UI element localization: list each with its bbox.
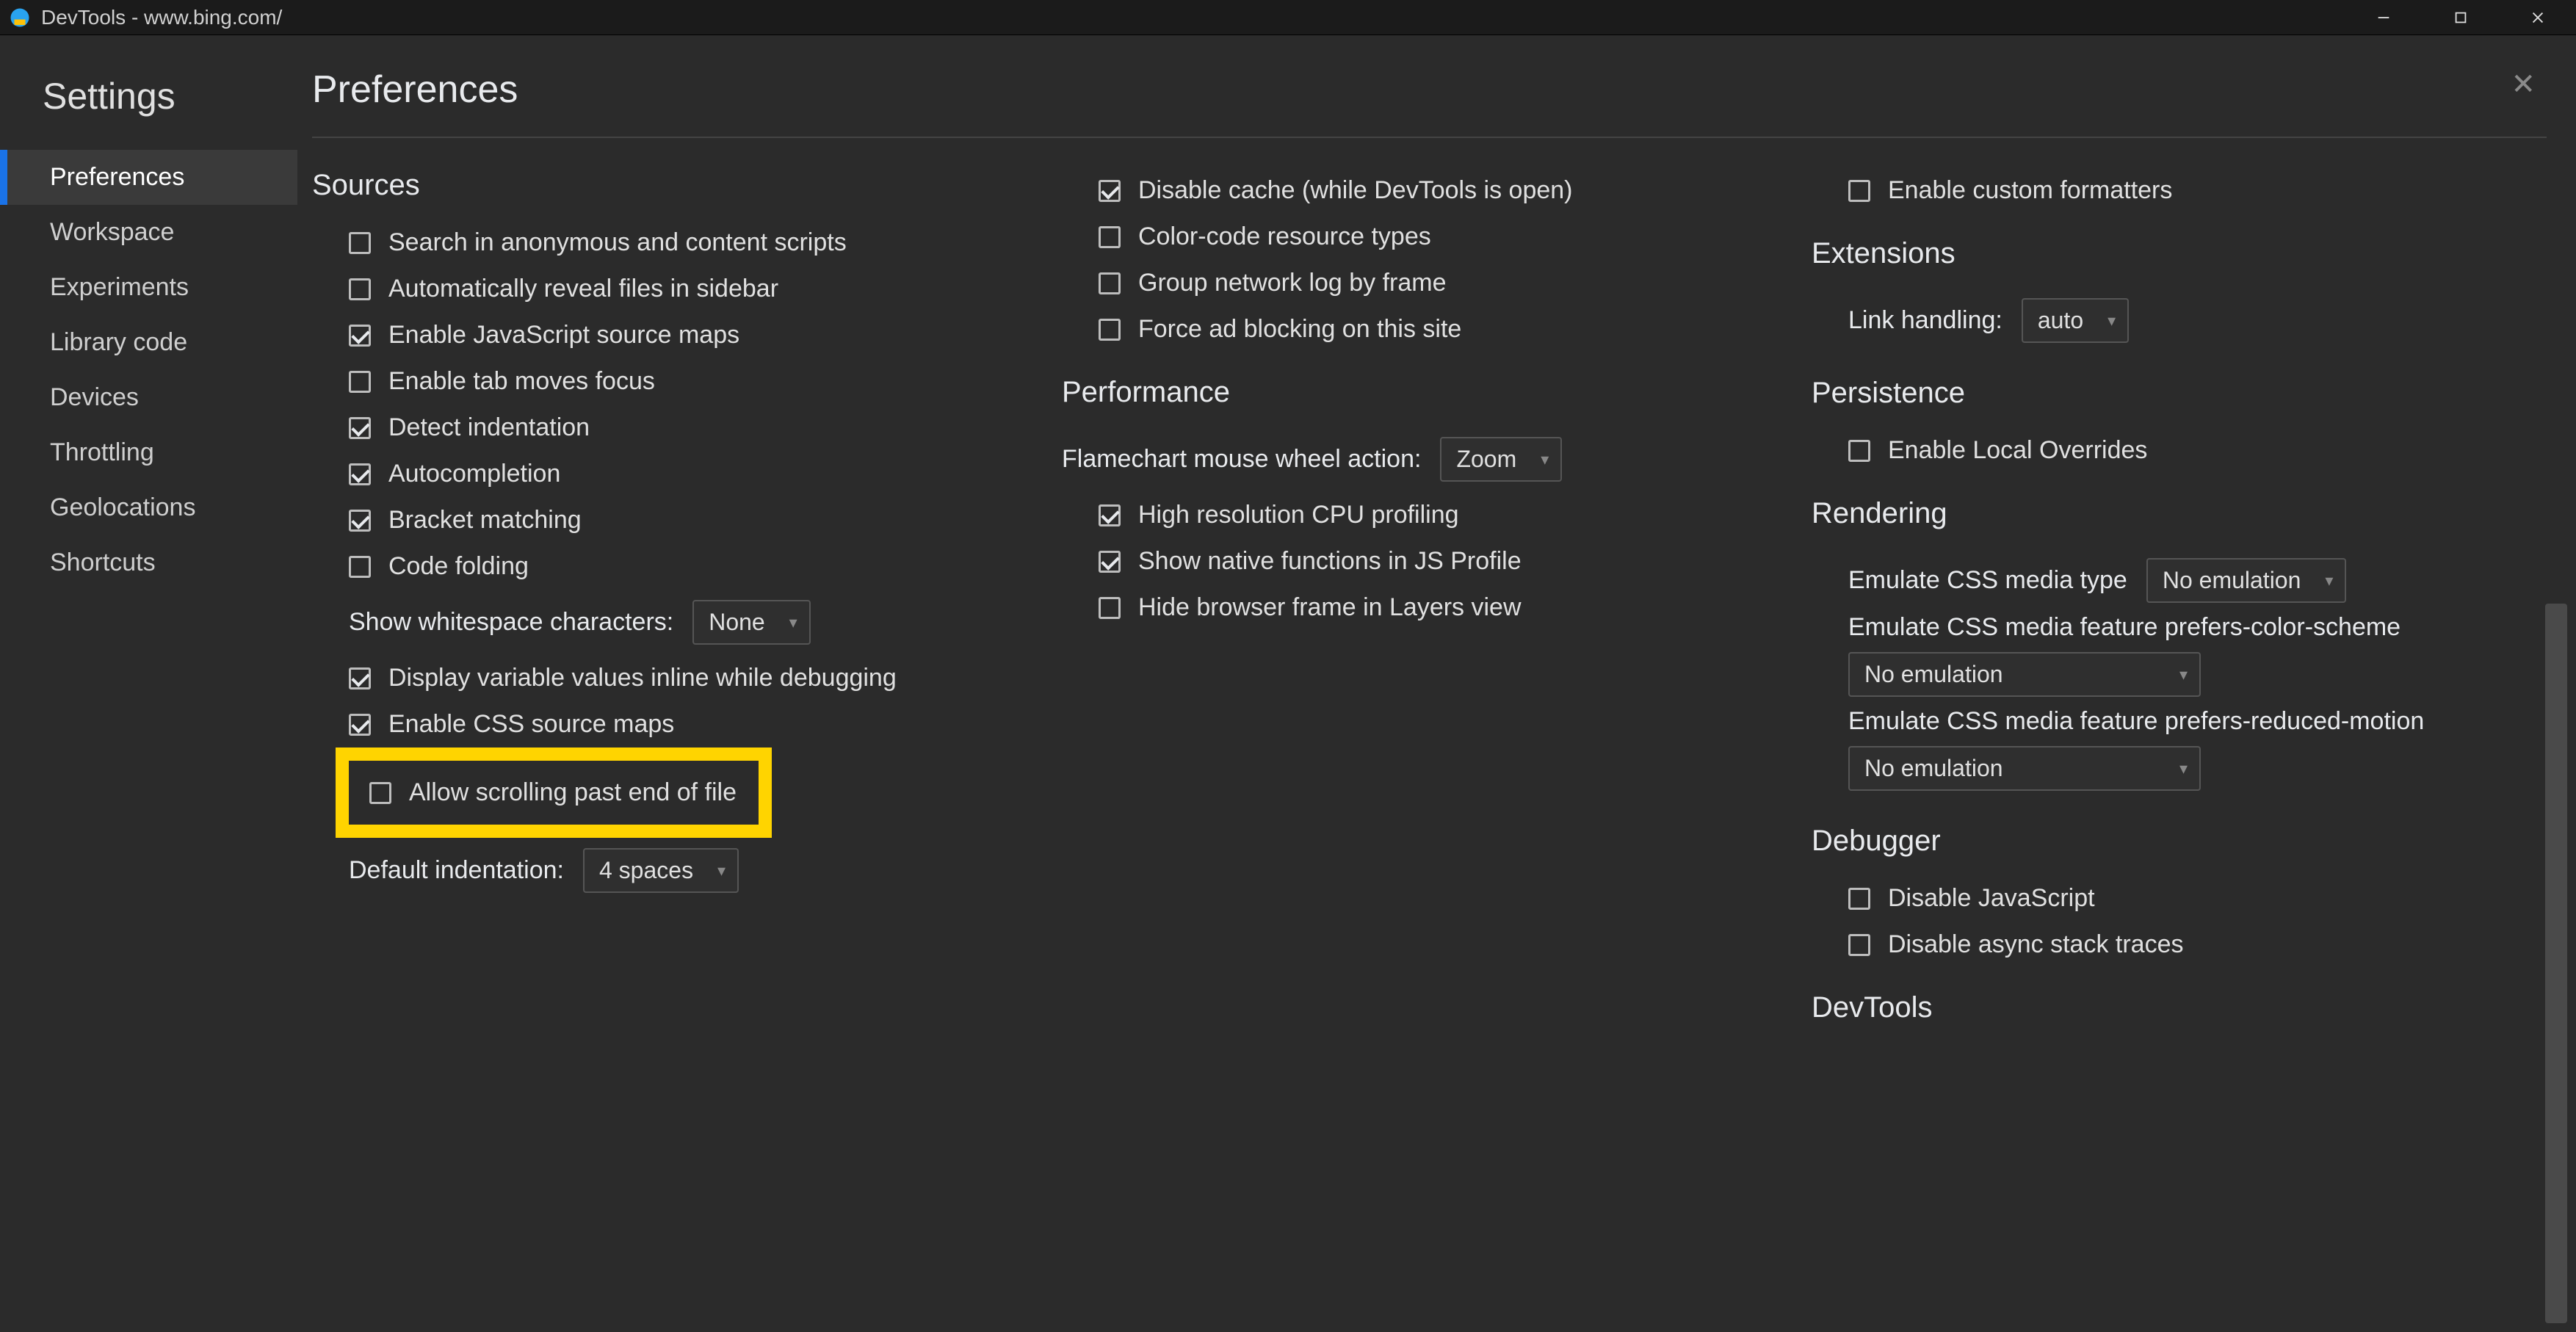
label-disable-cache: Disable cache (while DevTools is open) [1138, 176, 1573, 205]
checkbox-autocomplete[interactable] [349, 463, 371, 485]
checkbox-auto-reveal[interactable] [349, 278, 371, 300]
checkbox-native-fn[interactable] [1099, 551, 1121, 573]
checkbox-high-res[interactable] [1099, 504, 1121, 526]
settings-sidebar: Settings Preferences Workspace Experimen… [0, 46, 297, 1332]
label-css-color: Emulate CSS media feature prefers-color-… [1812, 613, 2547, 642]
maximize-button[interactable] [2422, 0, 2499, 35]
settings-heading: Settings [0, 75, 297, 150]
label-custom-fmt: Enable custom formatters [1888, 176, 2172, 205]
label-detect-indent: Detect indentation [388, 413, 590, 442]
select-whitespace[interactable]: None [692, 600, 811, 645]
label-search-anon: Search in anonymous and content scripts [388, 228, 847, 257]
checkbox-force-ad[interactable] [1099, 319, 1121, 341]
label-color-code: Color-code resource types [1138, 222, 1431, 251]
checkbox-folding[interactable] [349, 556, 371, 578]
window-controls [2345, 0, 2576, 35]
sidebar-item-experiments[interactable]: Experiments [0, 260, 297, 315]
sidebar-item-shortcuts[interactable]: Shortcuts [0, 535, 297, 590]
label-flamechart: Flamechart mouse wheel action: [1062, 445, 1421, 474]
checkbox-display-inline[interactable] [349, 667, 371, 689]
checkbox-hide-frame[interactable] [1099, 597, 1121, 619]
checkbox-css-maps[interactable] [349, 714, 371, 736]
label-disable-async: Disable async stack traces [1888, 930, 2184, 959]
label-disable-js: Disable JavaScript [1888, 884, 2095, 913]
label-default-indent: Default indentation: [349, 856, 564, 885]
select-css-motion[interactable]: No emulation [1848, 746, 2201, 791]
label-bracket: Bracket matching [388, 506, 582, 535]
label-local-override: Enable Local Overrides [1888, 436, 2147, 465]
close-window-button[interactable] [2499, 0, 2576, 35]
preferences-panel: ✕ Preferences Sources Search in anonymou… [297, 46, 2576, 1332]
label-whitespace: Show whitespace characters: [349, 608, 673, 637]
section-persistence: Persistence [1812, 377, 2547, 410]
label-force-ad: Force ad blocking on this site [1138, 315, 1461, 344]
section-debugger: Debugger [1812, 825, 2547, 858]
label-js-maps: Enable JavaScript source maps [388, 321, 739, 350]
column-right: Enable custom formatters Extensions Link… [1812, 145, 2547, 1307]
label-css-media: Emulate CSS media type [1848, 566, 2127, 595]
label-link-handling: Link handling: [1848, 306, 2002, 335]
section-performance: Performance [1062, 376, 1797, 409]
checkbox-color-code[interactable] [1099, 226, 1121, 248]
checkbox-bracket[interactable] [349, 510, 371, 532]
select-flamechart[interactable]: Zoom [1440, 437, 1562, 482]
checkbox-disable-js[interactable] [1848, 888, 1870, 910]
select-css-media[interactable]: No emulation [2146, 558, 2347, 603]
checkbox-js-maps[interactable] [349, 325, 371, 347]
label-tab-focus: Enable tab moves focus [388, 367, 655, 396]
section-devtools: DevTools [1812, 991, 2547, 1024]
label-autocomplete: Autocompletion [388, 460, 560, 488]
window-title: DevTools - www.bing.com/ [41, 6, 2345, 29]
label-css-motion: Emulate CSS media feature prefers-reduce… [1812, 707, 2547, 736]
select-css-color[interactable]: No emulation [1848, 652, 2201, 697]
sidebar-item-devices[interactable]: Devices [0, 370, 297, 425]
checkbox-tab-focus[interactable] [349, 371, 371, 393]
label-native-fn: Show native functions in JS Profile [1138, 547, 1522, 576]
minimize-button[interactable] [2345, 0, 2422, 35]
preferences-heading: Preferences [312, 68, 2547, 138]
section-sources: Sources [312, 169, 1047, 202]
checkbox-local-override[interactable] [1848, 440, 1870, 462]
label-hide-frame: Hide browser frame in Layers view [1138, 593, 1522, 622]
label-display-inline: Display variable values inline while deb… [388, 664, 897, 692]
checkbox-disable-async[interactable] [1848, 934, 1870, 956]
section-extensions: Extensions [1812, 237, 2547, 270]
devtools-icon [9, 7, 31, 29]
label-auto-reveal: Automatically reveal files in sidebar [388, 275, 778, 303]
close-panel-button[interactable]: ✕ [2511, 68, 2536, 101]
column-sources: Sources Search in anonymous and content … [312, 145, 1047, 1307]
label-folding: Code folding [388, 552, 529, 581]
sidebar-item-workspace[interactable]: Workspace [0, 205, 297, 260]
sidebar-item-geolocations[interactable]: Geolocations [0, 480, 297, 535]
label-high-res: High resolution CPU profiling [1138, 501, 1459, 529]
select-link-handling[interactable]: auto [2022, 298, 2129, 343]
sidebar-item-preferences[interactable]: Preferences [0, 150, 297, 205]
sidebar-item-throttling[interactable]: Throttling [0, 425, 297, 480]
sidebar-item-library-code[interactable]: Library code [0, 315, 297, 370]
checkbox-scroll-past[interactable] [369, 782, 391, 804]
select-default-indent[interactable]: 4 spaces [583, 848, 739, 893]
highlight-scroll-past: Allow scrolling past end of file [336, 748, 772, 838]
checkbox-disable-cache[interactable] [1099, 180, 1121, 202]
checkbox-custom-fmt[interactable] [1848, 180, 1870, 202]
section-rendering: Rendering [1812, 497, 2547, 530]
titlebar: DevTools - www.bing.com/ [0, 0, 2576, 35]
checkbox-group-frame[interactable] [1099, 272, 1121, 294]
column-network-perf: Disable cache (while DevTools is open) C… [1062, 145, 1797, 1307]
scrollbar-thumb[interactable] [2545, 604, 2567, 1323]
label-css-maps: Enable CSS source maps [388, 710, 674, 739]
label-scroll-past: Allow scrolling past end of file [409, 778, 737, 807]
checkbox-search-anon[interactable] [349, 232, 371, 254]
label-group-frame: Group network log by frame [1138, 269, 1447, 297]
checkbox-detect-indent[interactable] [349, 417, 371, 439]
